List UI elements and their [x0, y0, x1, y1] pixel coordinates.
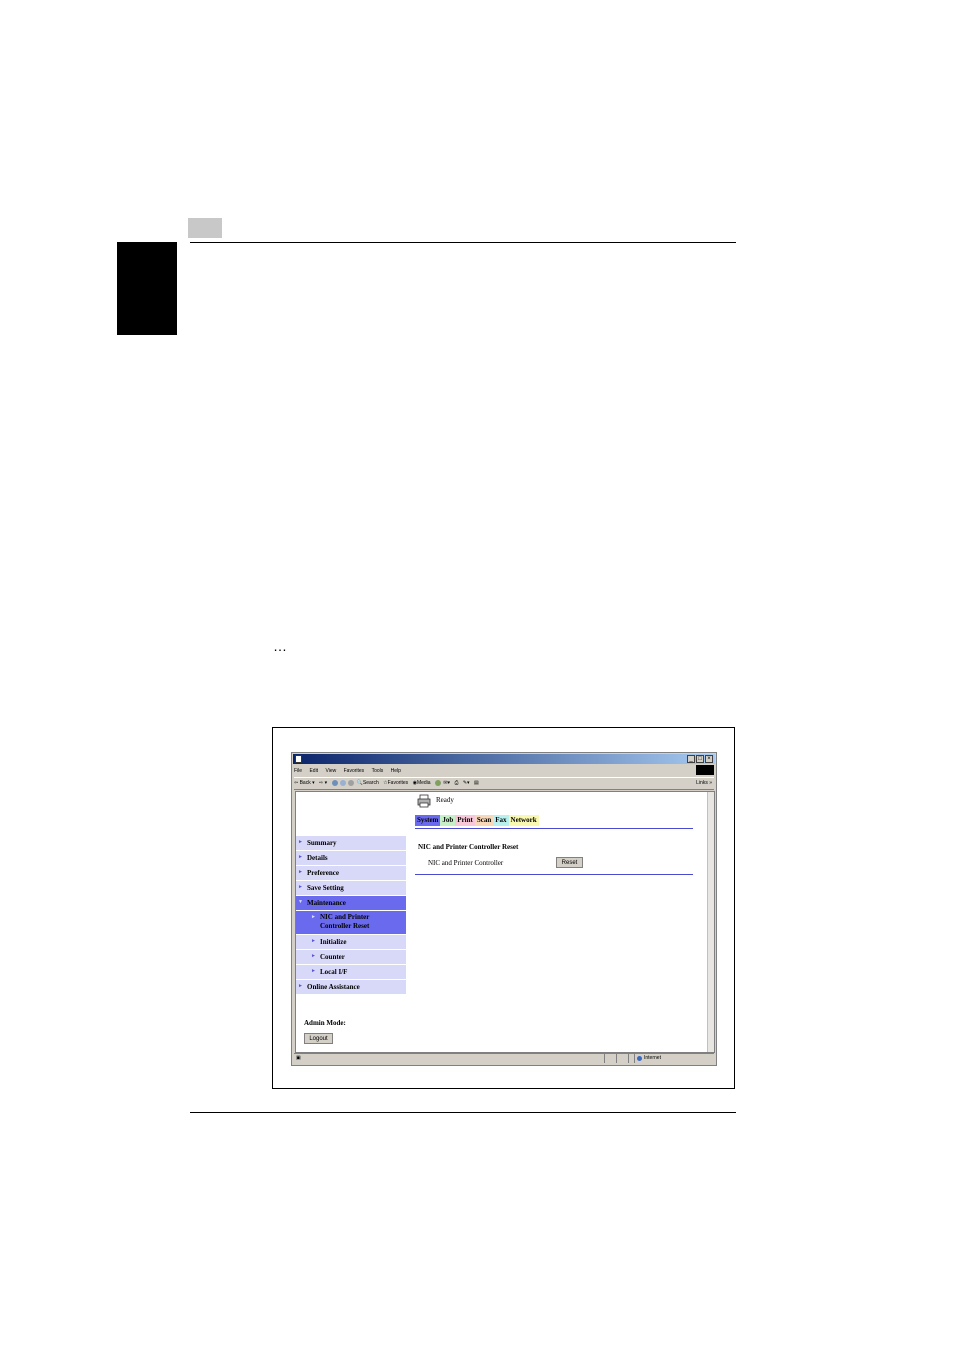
header-rule — [190, 242, 736, 243]
sidebar-item-label: Initialize — [320, 938, 347, 946]
discuss-icon[interactable]: ▤ — [474, 778, 479, 789]
tab-scan[interactable]: Scan — [474, 815, 494, 826]
maximize-button[interactable]: □ — [696, 755, 704, 763]
menu-view[interactable]: View — [325, 766, 336, 776]
sidebar-item-label: NIC and Printer — [320, 913, 370, 921]
menu-file[interactable]: File — [294, 766, 302, 776]
sidebar-item-label: Maintenance — [307, 899, 346, 907]
search-button[interactable]: 🔍Search — [357, 778, 379, 789]
windows-logo-icon — [696, 765, 714, 775]
status-cell — [616, 1054, 617, 1063]
tab-system[interactable]: System — [415, 815, 441, 826]
back-button[interactable]: ⇦ Back ▾ — [294, 778, 315, 789]
edit-icon[interactable]: ✎▾ — [463, 778, 470, 789]
tab-job[interactable]: Job — [440, 815, 456, 826]
sidebar-item-maintenance[interactable]: ▼ Maintenance — [296, 896, 406, 910]
content-divider — [415, 874, 693, 875]
arrow-icon: ► — [298, 855, 303, 860]
title-bar: _ □ × — [293, 754, 715, 764]
sidebar-item-details[interactable]: ► Details — [296, 851, 406, 865]
toolbar: ⇦ Back ▾ ⇨ ▾ 🔍Search ☆Favorites ◉Media ✉… — [294, 777, 714, 790]
sidebar-item-save-setting[interactable]: ► Save Setting — [296, 881, 406, 895]
continuation-ellipsis: … — [273, 638, 288, 654]
media-label: Media — [416, 780, 431, 786]
menu-edit[interactable]: Edit — [309, 766, 318, 776]
search-label: Search — [362, 780, 379, 786]
favorites-label: Favorites — [387, 780, 409, 786]
arrow-down-icon: ▼ — [298, 900, 303, 905]
sidebar-item-label: Summary — [307, 839, 337, 847]
internet-zone-icon — [637, 1056, 642, 1061]
menu-favorites[interactable]: Favorites — [344, 766, 365, 776]
security-zone-label: Internet — [644, 1055, 661, 1061]
close-button[interactable]: × — [705, 755, 713, 763]
arrow-icon: ► — [311, 915, 316, 920]
status-cell — [604, 1054, 605, 1063]
sidebar-item-label: Online Assistance — [307, 983, 360, 991]
vertical-scrollbar[interactable] — [707, 792, 714, 1052]
sidebar-item-summary[interactable]: ► Summary — [296, 836, 406, 850]
sidebar-item-initialize[interactable]: ► Initialize — [296, 935, 406, 949]
reset-row-label: NIC and Printer Controller — [428, 859, 504, 867]
page-title: NIC and Printer Controller Reset — [418, 843, 519, 851]
arrow-icon: ► — [298, 984, 303, 989]
menu-tools[interactable]: Tools — [372, 766, 384, 776]
mail-icon[interactable]: ✉▾ — [443, 778, 450, 789]
home-icon[interactable] — [348, 779, 355, 786]
arrow-icon: ► — [311, 939, 316, 944]
sidebar-item-label: Controller Reset — [320, 922, 370, 930]
history-icon[interactable] — [434, 779, 441, 786]
chapter-tab — [117, 242, 177, 335]
sidebar-item-label: Save Setting — [307, 884, 344, 892]
minimize-button[interactable]: _ — [687, 755, 695, 763]
sidebar-nav: ► Summary ► Details ► Preference ► Save Sett… — [296, 836, 406, 995]
sidebar-item-label: Details — [307, 854, 328, 862]
arrow-icon: ► — [311, 954, 316, 959]
tab-print[interactable]: Print — [455, 815, 475, 826]
page-viewport: Ready System Job Print Scan Fax Network … — [295, 791, 715, 1053]
arrow-icon: ► — [298, 870, 303, 875]
status-cell — [634, 1054, 635, 1063]
forward-button[interactable]: ⇨ ▾ — [319, 778, 327, 789]
links-label: Links — [696, 780, 708, 786]
sidebar-item-preference[interactable]: ► Preference — [296, 866, 406, 880]
reset-button[interactable]: Reset — [556, 857, 583, 868]
arrow-icon: ► — [298, 840, 303, 845]
page-status-icon: ▣ — [296, 1055, 301, 1061]
sidebar-item-local-if[interactable]: ► Local I/F — [296, 965, 406, 979]
menu-bar: File Edit View Favorites Tools Help — [294, 766, 714, 776]
sidebar-item-label: Local I/F — [320, 968, 348, 976]
status-cell — [628, 1054, 629, 1063]
back-label: Back — [299, 780, 311, 786]
sidebar-item-counter[interactable]: ► Counter — [296, 950, 406, 964]
status-bar: ▣ Internet — [294, 1053, 714, 1063]
links-button[interactable]: Links » — [696, 778, 712, 789]
menu-help[interactable]: Help — [391, 766, 401, 776]
favorites-button[interactable]: ☆Favorites — [383, 778, 408, 789]
print-icon[interactable]: ⎙ — [454, 778, 458, 789]
printer-icon — [417, 794, 431, 808]
refresh-icon[interactable] — [339, 779, 346, 786]
arrow-icon: ► — [311, 969, 316, 974]
media-button[interactable]: ◉Media — [413, 778, 431, 789]
stop-icon[interactable] — [331, 779, 338, 786]
admin-mode-label: Admin Mode: — [304, 1019, 346, 1027]
sidebar-item-label: Counter — [320, 953, 345, 961]
browser-window: _ □ × File Edit View Favorites Tools Hel… — [291, 752, 717, 1066]
sidebar-item-online-assistance[interactable]: ► Online Assistance — [296, 980, 406, 994]
arrow-icon: ► — [298, 885, 303, 890]
tab-divider — [415, 828, 693, 829]
logout-button[interactable]: Logout — [304, 1033, 333, 1044]
tab-network[interactable]: Network — [508, 815, 539, 826]
sidebar-item-nic-reset[interactable]: ► NIC and Printer Controller Reset — [296, 911, 406, 934]
category-tabs: System Job Print Scan Fax Network — [415, 815, 539, 826]
page-number-box — [188, 218, 222, 238]
footer-rule — [190, 1112, 736, 1113]
printer-status: Ready — [436, 796, 454, 804]
page-icon — [295, 755, 302, 763]
sidebar-item-label: Preference — [307, 869, 339, 877]
tab-fax[interactable]: Fax — [493, 815, 509, 826]
